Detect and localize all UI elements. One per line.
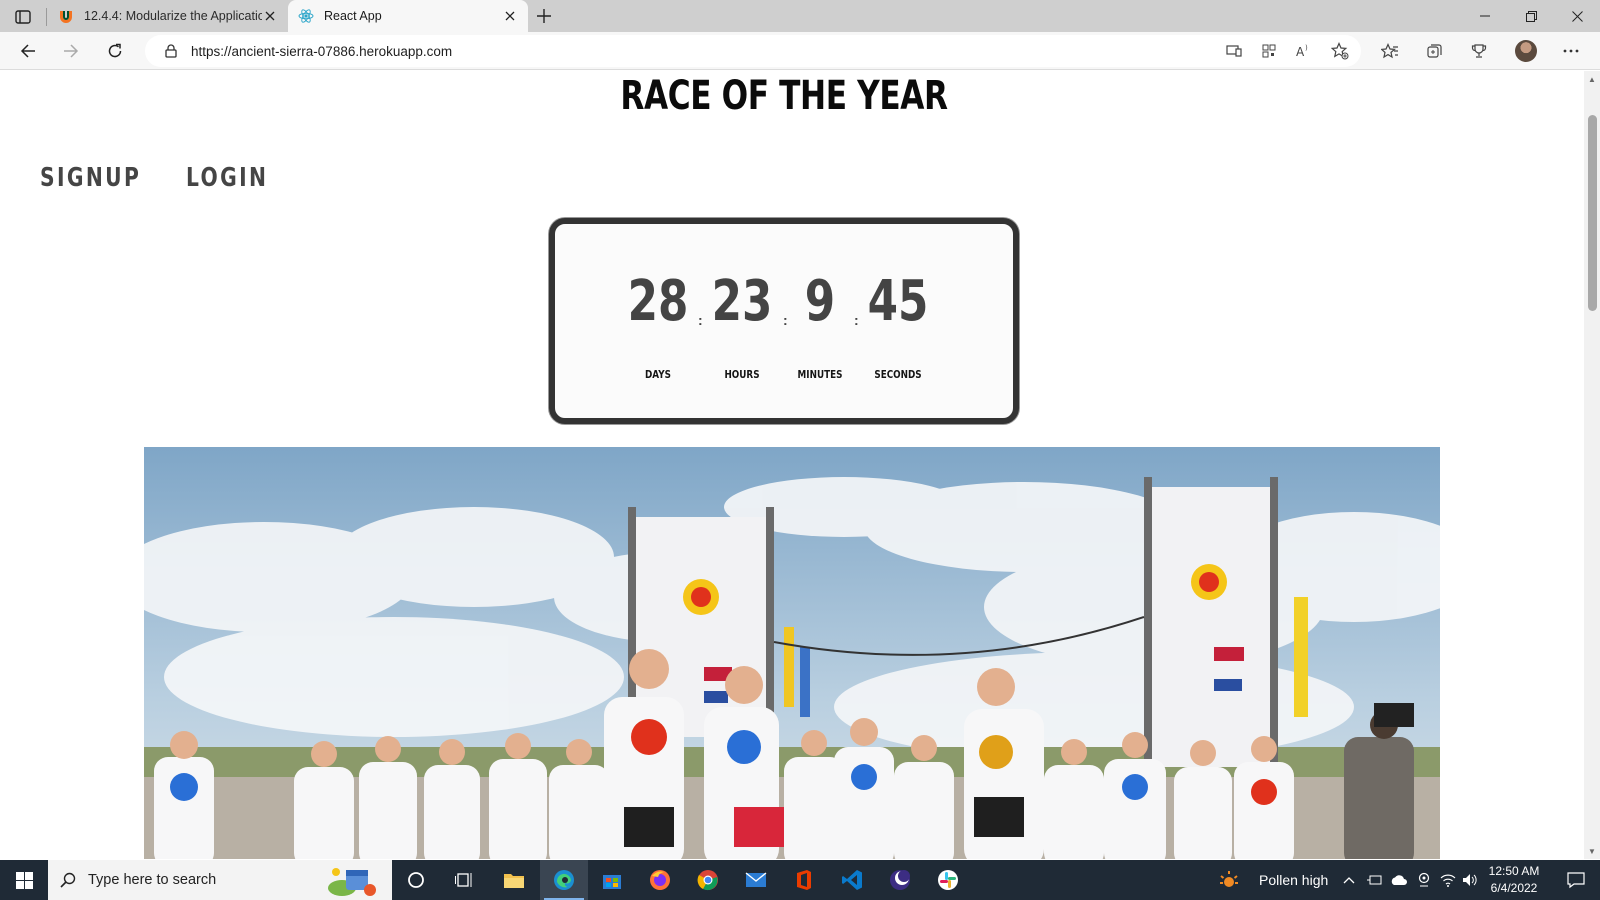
cortana-icon[interactable] — [392, 860, 440, 900]
scroll-down-arrow-icon[interactable]: ▼ — [1587, 846, 1597, 856]
page-viewport: RACE OF THE YEAR SIGNUP LOGIN 28 DAYS : … — [0, 71, 1584, 859]
wifi-icon[interactable] — [1436, 860, 1460, 900]
seconds-value: 45 — [867, 269, 929, 334]
collections-icon[interactable] — [1421, 37, 1449, 65]
hours-value: 23 — [711, 269, 773, 334]
countdown-separator: : — [698, 312, 703, 328]
more-options-icon[interactable] — [1557, 37, 1585, 65]
page-scrollbar[interactable]: ▲ ▼ — [1584, 71, 1600, 859]
tab-separator — [46, 8, 47, 26]
forward-arrow-icon[interactable] — [56, 37, 86, 65]
close-tab-icon[interactable] — [502, 8, 518, 24]
auth-menu: SIGNUP LOGIN — [40, 163, 291, 193]
extensions-trophy-icon[interactable] — [1465, 37, 1493, 65]
university-favicon-icon — [58, 8, 74, 24]
onedrive-cloud-icon[interactable] — [1387, 860, 1411, 900]
scroll-thumb[interactable] — [1588, 115, 1597, 311]
hours-label: HOURS — [724, 368, 760, 381]
profile-avatar[interactable] — [1512, 37, 1540, 65]
scroll-up-arrow-icon[interactable]: ▲ — [1587, 74, 1597, 84]
microsoft-store-icon[interactable] — [588, 860, 636, 900]
vscode-icon[interactable] — [828, 860, 876, 900]
eclipse-ide-icon[interactable] — [876, 860, 924, 900]
weather-status-text[interactable]: Pollen high — [1259, 872, 1328, 888]
mail-icon[interactable] — [732, 860, 780, 900]
tab-title: React App — [324, 9, 382, 23]
clock-time: 12:50 AM — [1488, 864, 1540, 878]
notifications-icon[interactable] — [1552, 860, 1600, 900]
back-arrow-icon[interactable] — [13, 37, 43, 65]
avatar[interactable] — [1515, 40, 1537, 62]
countdown-timer: 28 DAYS : 23 HOURS : 9 MINUTES : 45 SECO… — [549, 218, 1019, 424]
days-label: DAYS — [645, 368, 671, 381]
race-photo-illustration — [144, 447, 1440, 859]
svg-text:): ) — [1305, 44, 1308, 52]
tab-actions-icon[interactable] — [10, 6, 36, 28]
lock-icon[interactable] — [163, 43, 179, 59]
meet-now-camera-icon[interactable] — [1412, 860, 1436, 900]
search-placeholder: Type here to search — [88, 872, 217, 888]
days-value: 28 — [627, 269, 689, 334]
countdown-separator: : — [854, 312, 859, 328]
svg-text:A: A — [1296, 45, 1305, 58]
browser-titlebar: 12.4.4: Modularize the Applicatio React … — [0, 0, 1600, 32]
tab-modularize[interactable]: 12.4.4: Modularize the Applicatio — [48, 0, 288, 32]
chrome-icon[interactable] — [684, 860, 732, 900]
firefox-icon[interactable] — [636, 860, 684, 900]
react-logo-icon — [298, 8, 314, 24]
qr-code-icon[interactable] — [1255, 37, 1283, 65]
read-aloud-icon[interactable]: A) — [1290, 37, 1318, 65]
weather-sun-icon[interactable] — [1214, 860, 1244, 900]
signup-link[interactable]: SIGNUP — [40, 163, 141, 193]
address-bar[interactable]: https://ancient-sierra-07886.herokuapp.c… — [145, 35, 1361, 67]
tab-title: 12.4.4: Modularize the Applicatio — [84, 9, 262, 23]
slack-icon[interactable] — [924, 860, 972, 900]
favorites-icon[interactable] — [1376, 37, 1404, 65]
search-highlight-icon[interactable] — [326, 864, 380, 898]
minutes-label: MINUTES — [797, 368, 843, 381]
battery-plug-icon[interactable] — [1362, 860, 1386, 900]
add-favorite-icon[interactable] — [1326, 37, 1354, 65]
browser-toolbar: https://ancient-sierra-07886.herokuapp.c… — [0, 32, 1600, 70]
office-icon[interactable] — [780, 860, 828, 900]
minimize-icon[interactable] — [1462, 0, 1508, 32]
edge-browser-icon[interactable] — [540, 860, 588, 900]
close-tab-icon[interactable] — [262, 8, 278, 24]
taskbar-search-box[interactable]: Type here to search — [48, 860, 392, 900]
system-clock[interactable]: 12:50 AM 6/4/2022 — [1478, 863, 1550, 897]
windows-start-icon[interactable] — [0, 860, 48, 900]
close-window-icon[interactable] — [1554, 0, 1600, 32]
minutes-value: 9 — [804, 269, 836, 334]
tab-react-app[interactable]: React App — [288, 0, 528, 32]
race-hero-image — [144, 447, 1440, 859]
new-tab-plus-icon[interactable] — [532, 4, 556, 28]
chevron-up-icon[interactable] — [1337, 860, 1361, 900]
app-available-icon[interactable] — [1220, 37, 1248, 65]
search-icon — [60, 872, 76, 888]
login-link[interactable]: LOGIN — [186, 163, 268, 193]
page-title: RACE OF THE YEAR — [620, 73, 948, 119]
task-view-icon[interactable] — [440, 860, 488, 900]
seconds-label: SECONDS — [874, 368, 922, 381]
restore-icon[interactable] — [1508, 0, 1554, 32]
file-explorer-icon[interactable] — [490, 860, 538, 900]
refresh-icon[interactable] — [100, 37, 130, 65]
clock-date: 6/4/2022 — [1490, 881, 1538, 895]
windows-taskbar: Type here to search Pollen high 12:50 AM… — [0, 860, 1600, 900]
url-text[interactable]: https://ancient-sierra-07886.herokuapp.c… — [191, 44, 452, 59]
